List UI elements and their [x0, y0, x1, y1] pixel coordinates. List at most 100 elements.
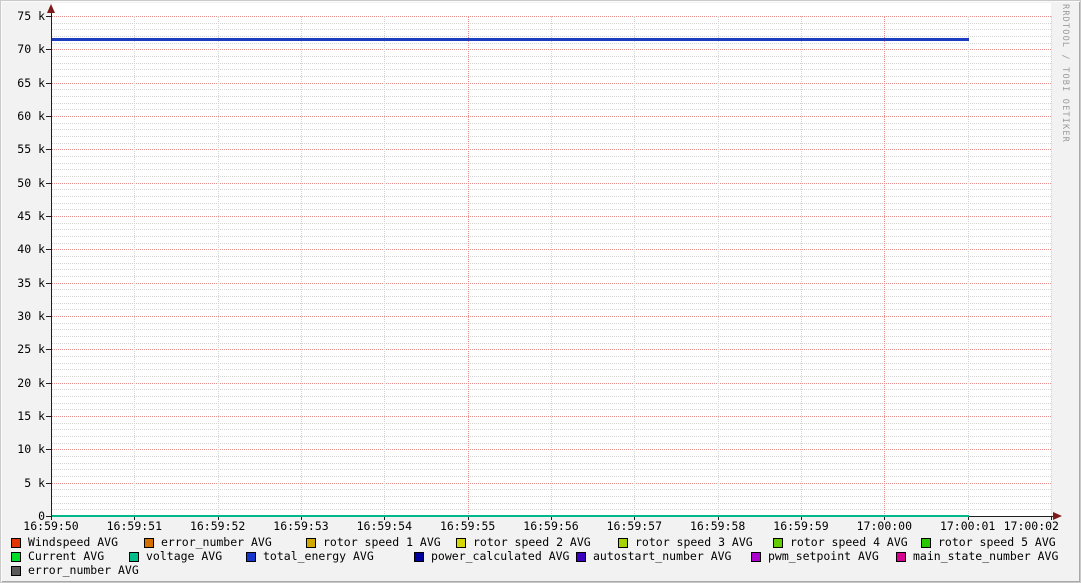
y-tick-label: 70 k	[17, 42, 45, 57]
x-tick-label: 16:59:58	[689, 519, 746, 533]
legend-item: rotor speed 5 AVG	[921, 536, 1056, 549]
legend-label: error_number AVG	[161, 535, 272, 549]
y-axis-tick	[46, 482, 51, 484]
legend-swatch-icon	[306, 537, 316, 548]
y-axis-arrow-icon	[47, 4, 55, 13]
minor-vgridline	[967, 16, 969, 516]
legend-swatch-icon	[773, 537, 783, 548]
legend-swatch-icon	[576, 551, 586, 562]
legend-label: error_number AVG	[28, 563, 139, 577]
legend-item: pwm_setpoint AVG	[751, 550, 879, 563]
y-tick-label: 35 k	[17, 275, 45, 290]
legend-label: Current AVG	[28, 549, 105, 563]
y-axis-tick	[46, 249, 51, 251]
y-axis-tick	[46, 16, 51, 17]
y-axis-tick	[46, 449, 51, 451]
legend-item: Windspeed AVG	[11, 536, 118, 549]
y-tick-label: 30 k	[17, 309, 45, 323]
legend-swatch-icon	[246, 551, 256, 562]
minor-vgridline	[550, 16, 552, 516]
x-tick-label: 16:59:53	[273, 519, 329, 533]
y-tick-label: 65 k	[17, 75, 45, 90]
y-axis-tick	[46, 382, 51, 384]
legend-swatch-icon	[414, 551, 424, 562]
legend-swatch-icon	[618, 537, 628, 548]
y-tick-label: 60 k	[17, 109, 45, 123]
legend-swatch-icon	[144, 537, 154, 548]
y-axis-tick	[46, 149, 51, 151]
minor-vgridline	[800, 16, 802, 516]
x-tick-label: 16:59:51	[106, 519, 163, 533]
minor-vgridline	[300, 16, 302, 516]
y-tick-label: 55 k	[17, 142, 45, 157]
y-axis-tick	[46, 82, 51, 84]
legend-swatch-icon	[751, 551, 761, 562]
legend-item: error_number AVG	[11, 564, 139, 577]
minor-vgridline	[217, 16, 219, 516]
rrdtool-graph: 05 k 10 k 15 k 20 k 25 k 30 k 35 k 40 k 45 k 50 k…	[0, 0, 1081, 583]
y-tick-label: 5 k	[24, 475, 45, 490]
y-tick-label: 10 k	[17, 442, 45, 457]
legend-label: Windspeed AVG	[28, 535, 119, 549]
x-tick-label: 16:59:52	[189, 519, 246, 533]
legend-item: rotor speed 1 AVG	[306, 536, 441, 549]
x-tick-label: 17:00:02	[1003, 519, 1059, 533]
legend-swatch-icon	[129, 551, 139, 562]
y-axis-tick	[46, 282, 51, 284]
legend-item: main_state_number AVG	[896, 550, 1058, 563]
y-axis-tick	[46, 182, 51, 184]
legend-swatch-icon	[11, 551, 21, 562]
legend-label: voltage AVG	[146, 549, 223, 563]
series-line-voltage-avg	[52, 515, 969, 517]
series-line-total_energy-avg	[52, 38, 969, 42]
y-axis-tick	[46, 416, 51, 417]
legend-label: power_calculated AVG	[431, 549, 570, 563]
y-axis-tick	[46, 349, 51, 351]
y-tick-label: 75 k	[17, 9, 45, 23]
legend-item: total_energy AVG	[246, 550, 374, 563]
minor-vgridline	[134, 16, 136, 516]
rrdtool-watermark: RRDTOOL / TOBI OETIKER	[1060, 4, 1070, 143]
x-tick-label: 16:59:56	[523, 519, 579, 533]
legend-swatch-icon	[896, 551, 906, 562]
legend-label: total_energy AVG	[263, 549, 374, 563]
y-tick-label: 45 k	[17, 209, 45, 223]
legend-label: rotor speed 1 AVG	[323, 535, 441, 549]
legend-item: Current AVG	[11, 550, 104, 563]
legend-label: rotor speed 5 AVG	[938, 535, 1056, 549]
legend-item: power_calculated AVG	[414, 550, 569, 563]
legend-item: rotor speed 3 AVG	[618, 536, 753, 549]
legend-label: rotor speed 2 AVG	[473, 535, 591, 549]
legend-label: rotor speed 3 AVG	[635, 535, 753, 549]
legend-swatch-icon	[921, 537, 931, 548]
legend-item: voltage AVG	[129, 550, 222, 563]
major-vgridline	[884, 16, 886, 516]
legend-label: main_state_number AVG	[913, 549, 1059, 563]
y-axis-tick	[46, 316, 51, 317]
minor-vgridline	[1050, 16, 1052, 516]
y-axis-tick	[46, 216, 51, 217]
minor-vgridline	[634, 16, 636, 516]
x-tick-label: 16:59:59	[773, 519, 829, 533]
y-axis-tick	[46, 116, 51, 117]
legend-label: pwm_setpoint AVG	[768, 549, 879, 563]
y-axis-tick	[46, 49, 51, 51]
x-tick-label: 16:59:54	[356, 519, 413, 533]
y-tick-label: 50 k	[17, 175, 45, 190]
legend-swatch-icon	[11, 537, 21, 548]
legend-item: error_number AVG	[144, 536, 272, 549]
x-tick-label: 16:59:57	[606, 519, 663, 533]
y-tick-label: 15 k	[17, 409, 45, 423]
minor-vgridline	[384, 16, 386, 516]
legend-item: autostart_number AVG	[576, 550, 731, 563]
x-tick-label: 17:00:00	[856, 519, 913, 533]
minor-vgridline	[717, 16, 719, 516]
x-tick-label: 16:59:55	[439, 519, 496, 533]
y-axis	[51, 9, 52, 518]
legend-swatch-icon	[456, 537, 466, 548]
legend-label: rotor speed 4 AVG	[790, 535, 908, 549]
y-tick-label: 40 k	[17, 242, 45, 257]
legend-item: rotor speed 2 AVG	[456, 536, 591, 549]
legend-item: rotor speed 4 AVG	[773, 536, 908, 549]
legend-label: autostart_number AVG	[593, 549, 732, 563]
